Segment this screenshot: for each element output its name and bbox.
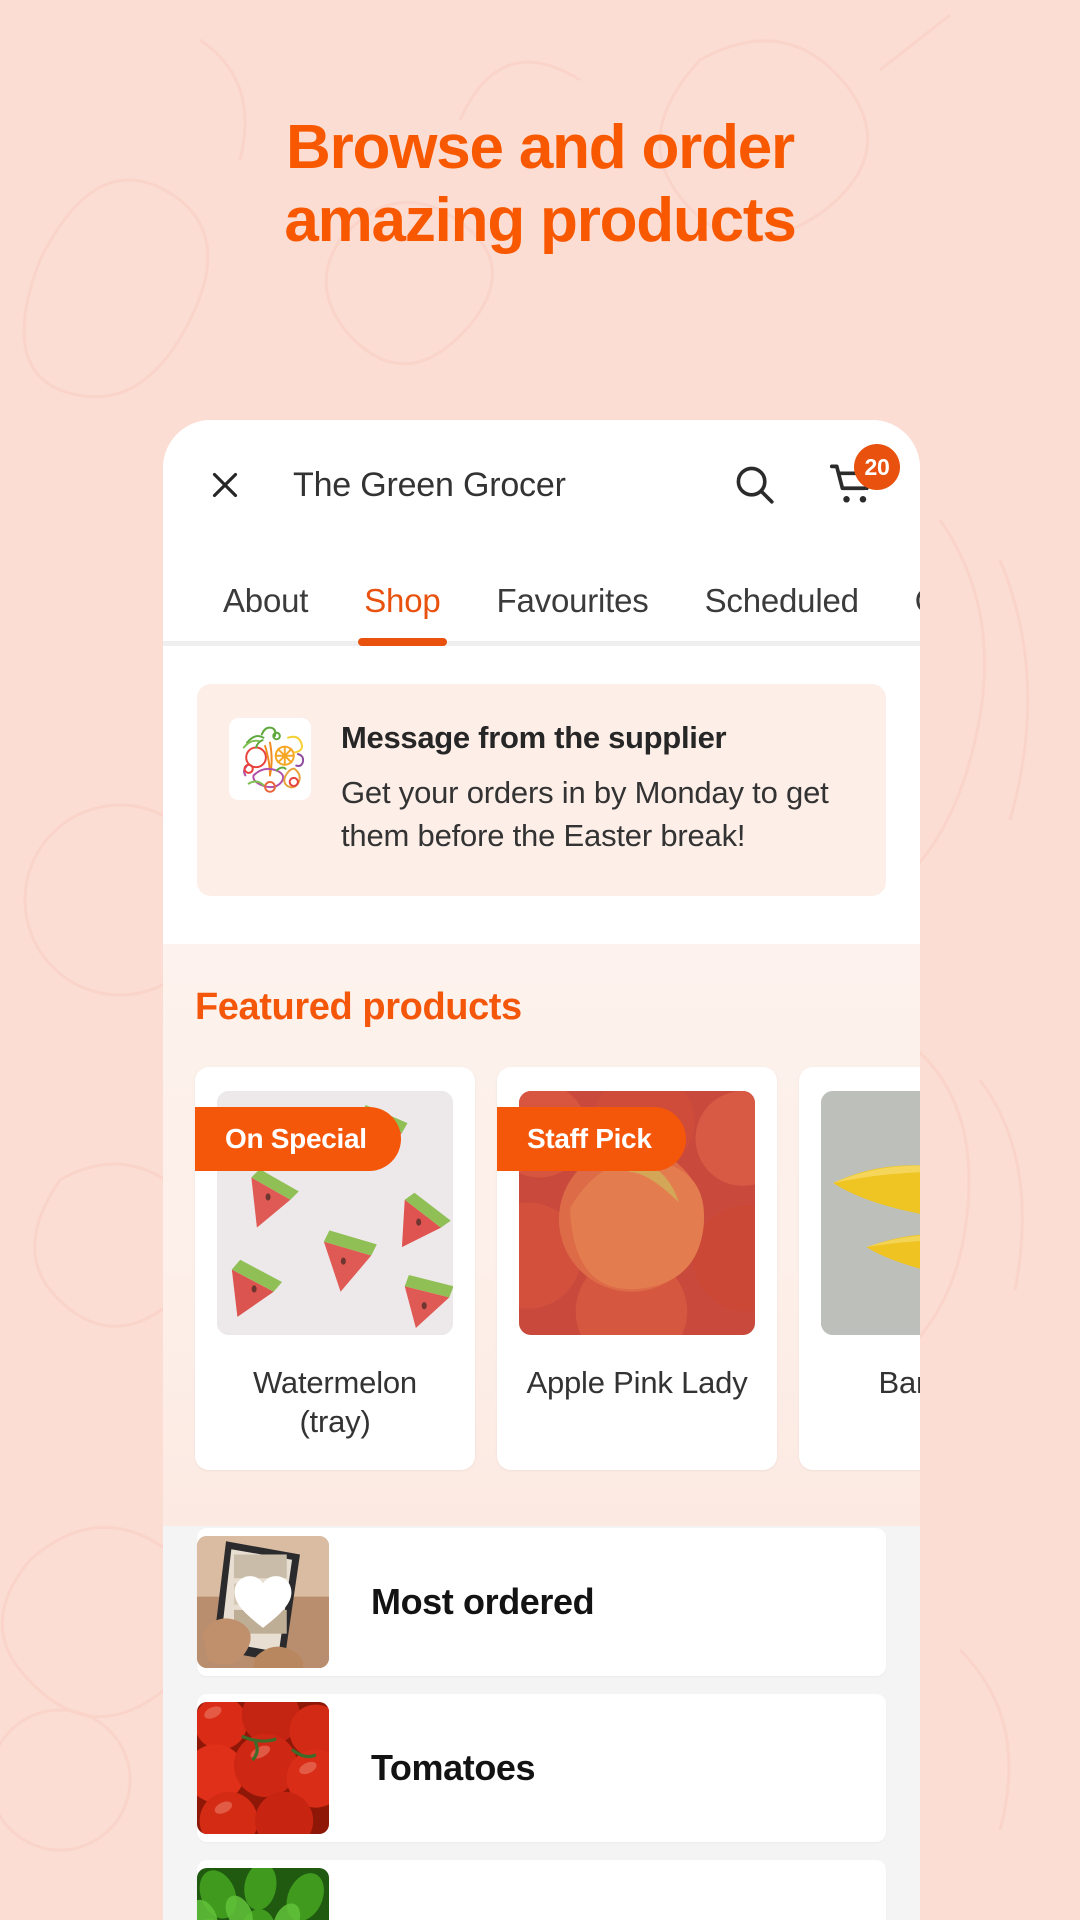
app-bar-actions: 20 bbox=[728, 444, 900, 512]
search-icon bbox=[736, 466, 774, 504]
tab-about[interactable]: About bbox=[195, 582, 336, 646]
supplier-message-section: Message from the supplier Get your order… bbox=[163, 646, 920, 944]
page-title: The Green Grocer bbox=[293, 465, 566, 504]
product-name: Watermelon (tray) bbox=[253, 1364, 417, 1440]
tab-label: Scheduled bbox=[704, 582, 859, 619]
fruit-veg-logo-icon bbox=[229, 718, 311, 800]
product-name: Bananas bbox=[878, 1364, 921, 1400]
phone-mockup: The Green Grocer 20 About Shop Favourite… bbox=[163, 420, 920, 1920]
tab-label: Shop bbox=[364, 582, 441, 619]
category-label: Lettuce bbox=[329, 1860, 497, 1920]
category-thumbnail bbox=[197, 1535, 329, 1668]
tab-favourites[interactable]: Favourites bbox=[469, 582, 677, 646]
tab-shop[interactable]: Shop bbox=[336, 582, 468, 646]
product-card-watermelon[interactable]: On Special Watermelon (tray) bbox=[195, 1066, 475, 1470]
lettuce-photo bbox=[197, 1867, 329, 1920]
tab-bar: About Shop Favourites Scheduled Orders bbox=[163, 550, 920, 646]
list-item-tomatoes[interactable]: Tomatoes bbox=[197, 1693, 886, 1842]
tab-label: About bbox=[223, 582, 309, 619]
category-list: Most ordered Tomatoes bbox=[163, 1525, 920, 1920]
list-item-most-ordered[interactable]: Most ordered bbox=[197, 1527, 886, 1676]
product-badge: On Special bbox=[195, 1106, 401, 1171]
product-badge: Staff Pick bbox=[497, 1106, 686, 1171]
featured-products-heading: Featured products bbox=[195, 985, 522, 1028]
product-image bbox=[821, 1090, 920, 1335]
category-thumbnail bbox=[197, 1867, 329, 1920]
tab-orders[interactable]: Orders bbox=[887, 582, 920, 646]
headline-line-2: amazing products bbox=[284, 185, 797, 255]
cart-count-badge: 20 bbox=[854, 444, 900, 490]
headline-line-1: Browse and order bbox=[286, 113, 795, 182]
product-name: Apple Pink Lady bbox=[526, 1364, 748, 1400]
product-card-apple[interactable]: Staff Pick Apple Pink Lady bbox=[497, 1066, 777, 1470]
close-button[interactable] bbox=[199, 459, 251, 511]
supplier-message-title: Message from the supplier bbox=[341, 720, 727, 755]
supplier-message-card[interactable]: Message from the supplier Get your order… bbox=[197, 684, 886, 896]
search-button[interactable] bbox=[728, 458, 782, 512]
featured-products-carousel[interactable]: On Special Watermelon (tray) Staff Pick … bbox=[163, 1066, 921, 1470]
tab-label: Favourites bbox=[496, 582, 649, 619]
active-tab-indicator bbox=[358, 638, 447, 646]
list-item-lettuce[interactable]: Lettuce bbox=[197, 1859, 886, 1920]
supplier-message-body: Message from the supplier Get your order… bbox=[341, 718, 854, 858]
tomatoes-photo bbox=[197, 1701, 329, 1834]
featured-products-section: Featured products On Special Watermelon … bbox=[163, 943, 921, 1526]
heart-icon bbox=[234, 1576, 292, 1628]
category-label: Most ordered bbox=[371, 1580, 595, 1622]
bananas-photo bbox=[821, 1090, 920, 1335]
category-label: Tomatoes bbox=[371, 1746, 536, 1788]
cart-button[interactable]: 20 bbox=[826, 444, 900, 512]
tab-scheduled[interactable]: Scheduled bbox=[677, 582, 887, 646]
app-bar: The Green Grocer 20 bbox=[163, 420, 920, 550]
supplier-message-text: Get your orders in by Monday to get them… bbox=[341, 775, 829, 853]
product-card-banana[interactable]: Bananas bbox=[799, 1066, 921, 1470]
close-icon bbox=[212, 472, 238, 498]
tab-label: Orders bbox=[915, 582, 920, 619]
page-headline: Browse and order amazing products bbox=[0, 112, 1080, 257]
category-thumbnail bbox=[197, 1701, 329, 1834]
